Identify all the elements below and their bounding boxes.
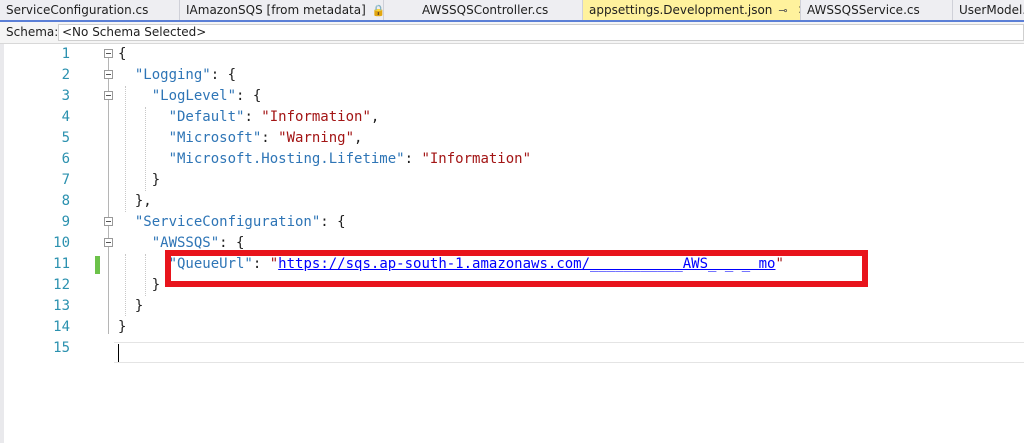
line-number: 7: [61, 172, 70, 188]
collapse-toggle-icon[interactable]: [104, 91, 113, 100]
schema-dropdown[interactable]: <No Schema Selected>: [58, 24, 1024, 41]
code-text: }: [118, 275, 160, 296]
line-number: 1: [61, 46, 70, 62]
code-text: }: [118, 170, 160, 191]
json-key: "ServiceConfiguration": [134, 214, 321, 230]
punctuation: : {: [320, 214, 346, 230]
code-line[interactable]: 13 }: [0, 296, 1024, 317]
line-number: 4: [61, 109, 70, 125]
code-text: }: [118, 317, 126, 338]
punctuation: }: [118, 172, 161, 188]
punctuation: [118, 67, 135, 83]
json-key: "Default": [168, 109, 245, 125]
punctuation: : {: [210, 67, 237, 83]
json-string: "Information": [421, 151, 532, 167]
code-line[interactable]: 2 "Logging": {: [0, 65, 1024, 86]
line-number: 5: [61, 130, 70, 146]
tab-awssqscontroller-cs[interactable]: AWSSQSController.cs: [416, 0, 583, 20]
punctuation: [118, 214, 135, 230]
punctuation: [118, 109, 169, 125]
punctuation: [118, 88, 152, 104]
punctuation: ,: [354, 130, 363, 146]
code-line[interactable]: 6 "Microsoft.Hosting.Lifetime": "Informa…: [0, 149, 1024, 170]
json-string: "Warning": [278, 130, 355, 146]
line-number: 9: [61, 214, 70, 230]
code-line[interactable]: 7 }: [0, 170, 1024, 191]
annotation-highlight-box: [165, 250, 868, 287]
code-line[interactable]: 8 },: [0, 191, 1024, 212]
line-number: 14: [53, 319, 70, 335]
tab-awssqsservice-cs[interactable]: AWSSQSService.cs: [801, 0, 953, 20]
collapse-toggle-icon[interactable]: [104, 238, 113, 247]
json-string: "Information": [261, 109, 371, 125]
line-number: 13: [53, 298, 70, 314]
tab-label: ServiceConfiguration.cs: [6, 3, 149, 17]
code-line[interactable]: 9 "ServiceConfiguration": {: [0, 212, 1024, 233]
schema-label: Schema:: [6, 25, 59, 39]
line-number: 10: [53, 235, 70, 251]
code-text: "Microsoft": "Warning",: [118, 128, 363, 149]
change-marker: [95, 256, 100, 274]
tab-label: AWSSQSController.cs: [422, 3, 549, 17]
json-key: "AWSSQS": [151, 235, 220, 251]
code-line[interactable]: 3 "LogLevel": {: [0, 86, 1024, 107]
punctuation: {: [118, 46, 127, 62]
code-editor[interactable]: 1{2 "Logging": {3 "LogLevel": {4 "Defaul…: [0, 44, 1024, 443]
json-key: "Microsoft": [168, 130, 262, 146]
line-number: 3: [61, 88, 70, 104]
document-tab-strip: ServiceConfiguration.cs IAmazonSQS [from…: [0, 0, 1024, 22]
code-text: },: [118, 191, 152, 212]
schema-bar: Schema: <No Schema Selected>: [0, 22, 1024, 44]
line-number: 2: [61, 67, 70, 83]
pin-icon[interactable]: ⊸: [778, 4, 787, 17]
punctuation: },: [118, 193, 152, 209]
code-text: "ServiceConfiguration": {: [118, 212, 346, 233]
punctuation: }: [118, 319, 127, 335]
tab-label: IAmazonSQS [from metadata]: [186, 3, 366, 17]
json-key: "Microsoft.Hosting.Lifetime": [168, 151, 405, 167]
tab-label: appsettings.Development.json: [589, 3, 773, 17]
json-key: "Logging": [134, 67, 211, 83]
line-number: 6: [61, 151, 70, 167]
tab-appsettings-development-json[interactable]: appsettings.Development.json⊸✕: [583, 0, 801, 20]
line-number: 8: [61, 193, 70, 209]
tab-label: UserModel.cs: [959, 3, 1024, 17]
tab-iamazonsqs-metadata[interactable]: IAmazonSQS [from metadata] 🔒: [180, 0, 384, 20]
punctuation: }: [118, 298, 144, 314]
code-line[interactable]: 4 "Default": "Information",: [0, 107, 1024, 128]
code-line[interactable]: 14}: [0, 317, 1024, 338]
lock-icon: 🔒: [372, 4, 383, 17]
punctuation: [118, 130, 169, 146]
tab-service-configuration-cs[interactable]: ServiceConfiguration.cs: [0, 0, 180, 20]
code-text: "Logging": {: [118, 65, 236, 86]
punctuation: [118, 256, 169, 272]
collapse-toggle-icon[interactable]: [104, 49, 113, 58]
punctuation: [118, 151, 169, 167]
code-line[interactable]: 1{: [0, 44, 1024, 65]
current-line-highlight: [114, 342, 1024, 363]
collapse-toggle-icon[interactable]: [104, 70, 113, 79]
code-text: {: [118, 44, 126, 65]
line-number: 11: [53, 256, 70, 272]
line-number: 15: [53, 340, 70, 356]
tab-usermodel-cs[interactable]: UserModel.cs: [953, 0, 1024, 20]
punctuation: }: [118, 277, 161, 293]
punctuation: [118, 235, 152, 251]
punctuation: : {: [236, 88, 262, 104]
tab-label: AWSSQSService.cs: [807, 3, 920, 17]
collapse-toggle-icon[interactable]: [104, 217, 113, 226]
code-text: }: [118, 296, 143, 317]
punctuation: : {: [219, 235, 245, 251]
code-line[interactable]: 5 "Microsoft": "Warning",: [0, 128, 1024, 149]
punctuation: ,: [370, 109, 380, 125]
punctuation: :: [261, 130, 279, 146]
punctuation: :: [404, 151, 422, 167]
text-caret: [118, 344, 119, 362]
json-key: "LogLevel": [151, 88, 237, 104]
punctuation: :: [244, 109, 262, 125]
code-text: "Default": "Information",: [118, 107, 380, 128]
code-text: "LogLevel": {: [118, 86, 262, 107]
line-number: 12: [53, 277, 70, 293]
code-text: "Microsoft.Hosting.Lifetime": "Informati…: [118, 149, 531, 170]
